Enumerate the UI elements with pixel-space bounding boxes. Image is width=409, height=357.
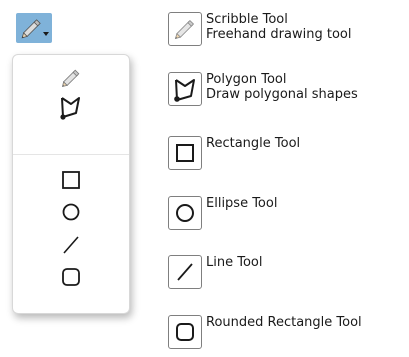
menu-item-polygon[interactable]: [13, 93, 129, 121]
tool-name: Rounded Rectangle Tool: [206, 315, 362, 330]
tile-polygon: [168, 72, 202, 106]
legend-row-rounded-rectangle: Rounded Rectangle Tool: [168, 315, 362, 349]
tile-rectangle: [168, 136, 202, 170]
tile-ellipse: [168, 196, 202, 230]
pencil-icon: [174, 19, 195, 40]
pencil-icon: [21, 19, 49, 39]
legend-label-line: Line Tool: [206, 255, 262, 270]
legend-label-scribble: Scribble Tool Freehand drawing tool: [206, 12, 351, 42]
tool-name: Rectangle Tool: [206, 136, 301, 151]
rectangle-icon: [176, 144, 194, 162]
line-icon: [177, 263, 193, 281]
polygon-icon: [60, 97, 80, 120]
pencil-icon: [61, 69, 80, 88]
rectangle-icon: [62, 171, 80, 189]
legend-label-polygon: Polygon Tool Draw polygonal shapes: [206, 72, 358, 102]
rounded-rectangle-icon: [176, 323, 194, 341]
polygon-icon: [174, 79, 195, 102]
ellipse-icon: [176, 204, 194, 222]
legend-row-line: Line Tool: [168, 255, 262, 289]
legend-label-ellipse: Ellipse Tool: [206, 196, 277, 211]
legend-label-rectangle: Rectangle Tool: [206, 136, 300, 151]
legend-row-polygon: Polygon Tool Draw polygonal shapes: [168, 72, 358, 106]
menu-item-ellipse[interactable]: [13, 199, 129, 225]
tool-name: Line Tool: [206, 255, 263, 270]
tool-name: Polygon Tool: [206, 72, 287, 87]
tile-rounded-rectangle: [168, 315, 202, 349]
tool-description: Freehand drawing tool: [206, 27, 352, 42]
tool-name: Ellipse Tool: [206, 196, 278, 211]
tool-dropdown-menu: [12, 54, 130, 314]
tool-dropdown-button[interactable]: [16, 13, 52, 43]
ellipse-icon: [62, 203, 80, 221]
tile-line: [168, 255, 202, 289]
legend-row-scribble: Scribble Tool Freehand drawing tool: [168, 12, 351, 46]
legend-row-ellipse: Ellipse Tool: [168, 196, 277, 230]
menu-item-rectangle[interactable]: [13, 167, 129, 193]
tool-description: Draw polygonal shapes: [206, 87, 358, 102]
menu-item-scribble[interactable]: [13, 65, 129, 91]
menu-separator: [13, 154, 129, 155]
legend-row-rectangle: Rectangle Tool: [168, 136, 300, 170]
menu-item-line[interactable]: [13, 232, 129, 258]
line-icon: [63, 236, 79, 254]
menu-item-rounded-rectangle[interactable]: [13, 263, 129, 291]
rounded-rectangle-icon: [62, 268, 80, 286]
legend-label-rounded-rectangle: Rounded Rectangle Tool: [206, 315, 362, 330]
tile-scribble: [168, 12, 202, 46]
tool-name: Scribble Tool: [206, 12, 288, 27]
